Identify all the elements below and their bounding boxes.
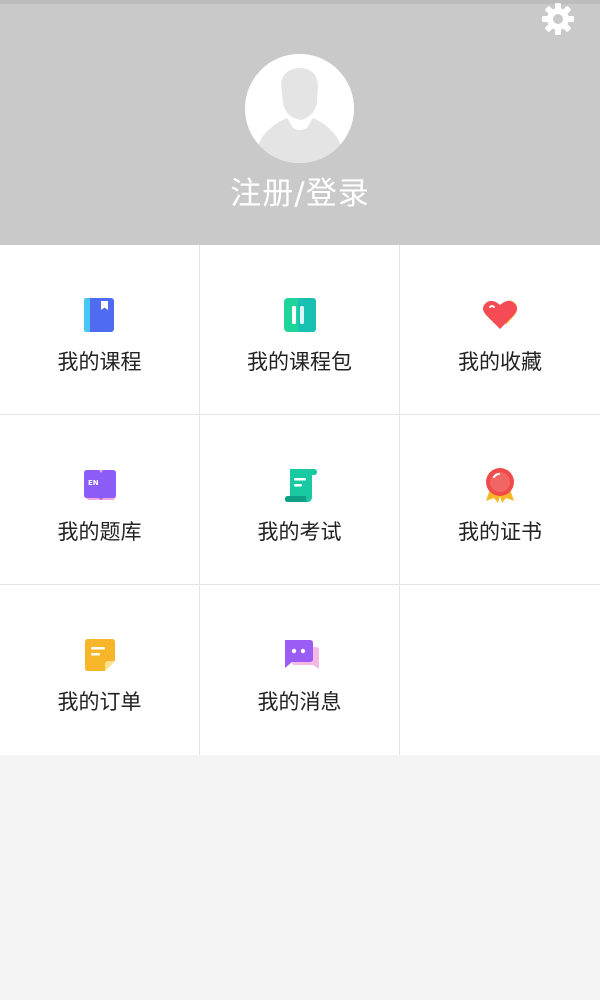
login-register-link[interactable]: 注册/登录: [0, 170, 600, 218]
profile-page: 注册/登录 我的课程 我的课程包 我的收藏 EN 我的题库 我的考试 我的证书 …: [0, 0, 600, 1000]
menu-item-label: 我的课程包: [247, 350, 352, 374]
menu-item-my-courses[interactable]: 我的课程: [0, 245, 199, 414]
avatar[interactable]: [245, 54, 354, 163]
menu-item-label: 我的题库: [57, 520, 142, 544]
order-note-icon: [84, 639, 115, 671]
status-bar-strip: [0, 0, 600, 4]
menu-item-my-orders[interactable]: 我的订单: [0, 585, 199, 755]
certificate-medal-icon: [486, 468, 514, 503]
menu-item-my-course-packages[interactable]: 我的课程包: [200, 245, 399, 414]
menu-item-label: 我的消息: [257, 690, 342, 714]
menu-item-my-favorites[interactable]: 我的收藏: [400, 245, 600, 414]
settings-button[interactable]: [538, 0, 578, 38]
menu-item-my-messages[interactable]: 我的消息: [200, 585, 399, 755]
menu-item-label: 我的课程: [57, 350, 142, 374]
default-avatar-icon: [245, 54, 354, 163]
course-package-icon: [283, 298, 316, 332]
message-chat-icon: [284, 640, 319, 669]
gear-icon: [542, 3, 574, 35]
menu-item-my-certificates[interactable]: 我的证书: [400, 415, 600, 584]
menu-item-label: 我的证书: [458, 520, 542, 544]
svg-text:EN: EN: [88, 479, 99, 487]
course-book-icon: [83, 298, 114, 332]
menu-item-my-exams[interactable]: 我的考试: [200, 415, 399, 584]
profile-header: 注册/登录: [0, 0, 600, 245]
question-bank-en-icon: EN: [83, 470, 116, 500]
exam-scroll-icon: [284, 469, 317, 502]
menu-empty-cell: [400, 585, 600, 755]
menu-item-my-question-bank[interactable]: EN 我的题库: [0, 415, 199, 584]
menu-item-label: 我的考试: [257, 520, 342, 544]
heart-icon: [483, 300, 518, 329]
menu-item-label: 我的订单: [57, 690, 142, 714]
menu-item-label: 我的收藏: [458, 350, 542, 374]
menu-grid: 我的课程 我的课程包 我的收藏 EN 我的题库 我的考试 我的证书 我的订单 我…: [0, 245, 600, 755]
